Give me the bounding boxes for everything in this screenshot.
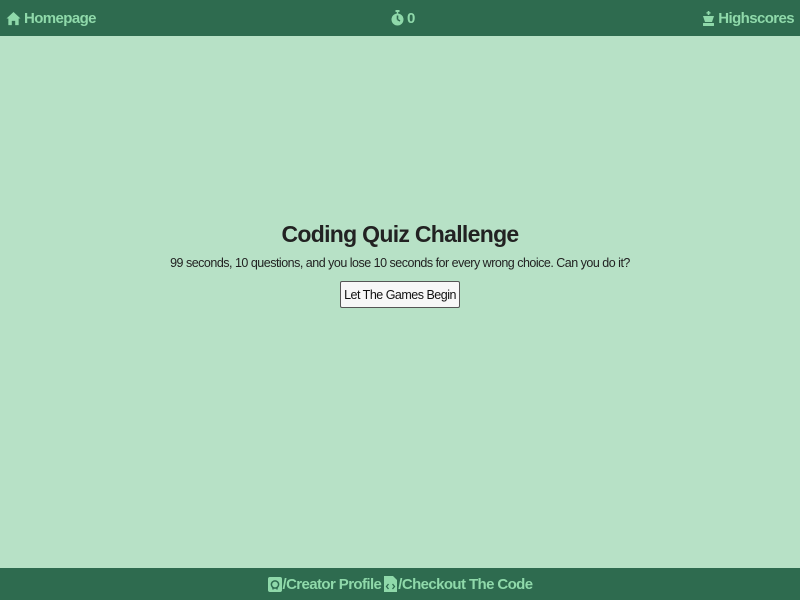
creator-profile-link[interactable]: /Creator Profile [267, 575, 382, 593]
highscores-link[interactable]: Highscores [702, 0, 795, 36]
top-nav-bar: Homepage 0 Highscores [0, 0, 800, 36]
highscores-label: Highscores [718, 9, 794, 27]
stopwatch-icon [391, 10, 404, 26]
timer: 0 [391, 0, 415, 36]
start-quiz-button[interactable]: Let The Games Begin [340, 281, 460, 308]
github-icon [267, 576, 282, 592]
quiz-description: 99 seconds, 10 questions, and you lose 1… [170, 256, 630, 270]
home-icon [6, 11, 21, 26]
checkout-code-link[interactable]: /Checkout The Code [384, 575, 533, 593]
code-file-icon [384, 576, 398, 592]
chess-king-icon [702, 10, 715, 26]
creator-profile-label: /Creator Profile [282, 575, 382, 593]
homepage-label: Homepage [24, 9, 96, 27]
quiz-intro: Coding Quiz Challenge 99 seconds, 10 que… [0, 36, 800, 568]
homepage-link[interactable]: Homepage [6, 0, 96, 36]
checkout-code-label: /Checkout The Code [398, 575, 533, 593]
footer-bar: /Creator Profile /Checkout The Code [0, 568, 800, 600]
timer-value: 0 [407, 9, 415, 27]
page-title: Coding Quiz Challenge [281, 221, 519, 247]
